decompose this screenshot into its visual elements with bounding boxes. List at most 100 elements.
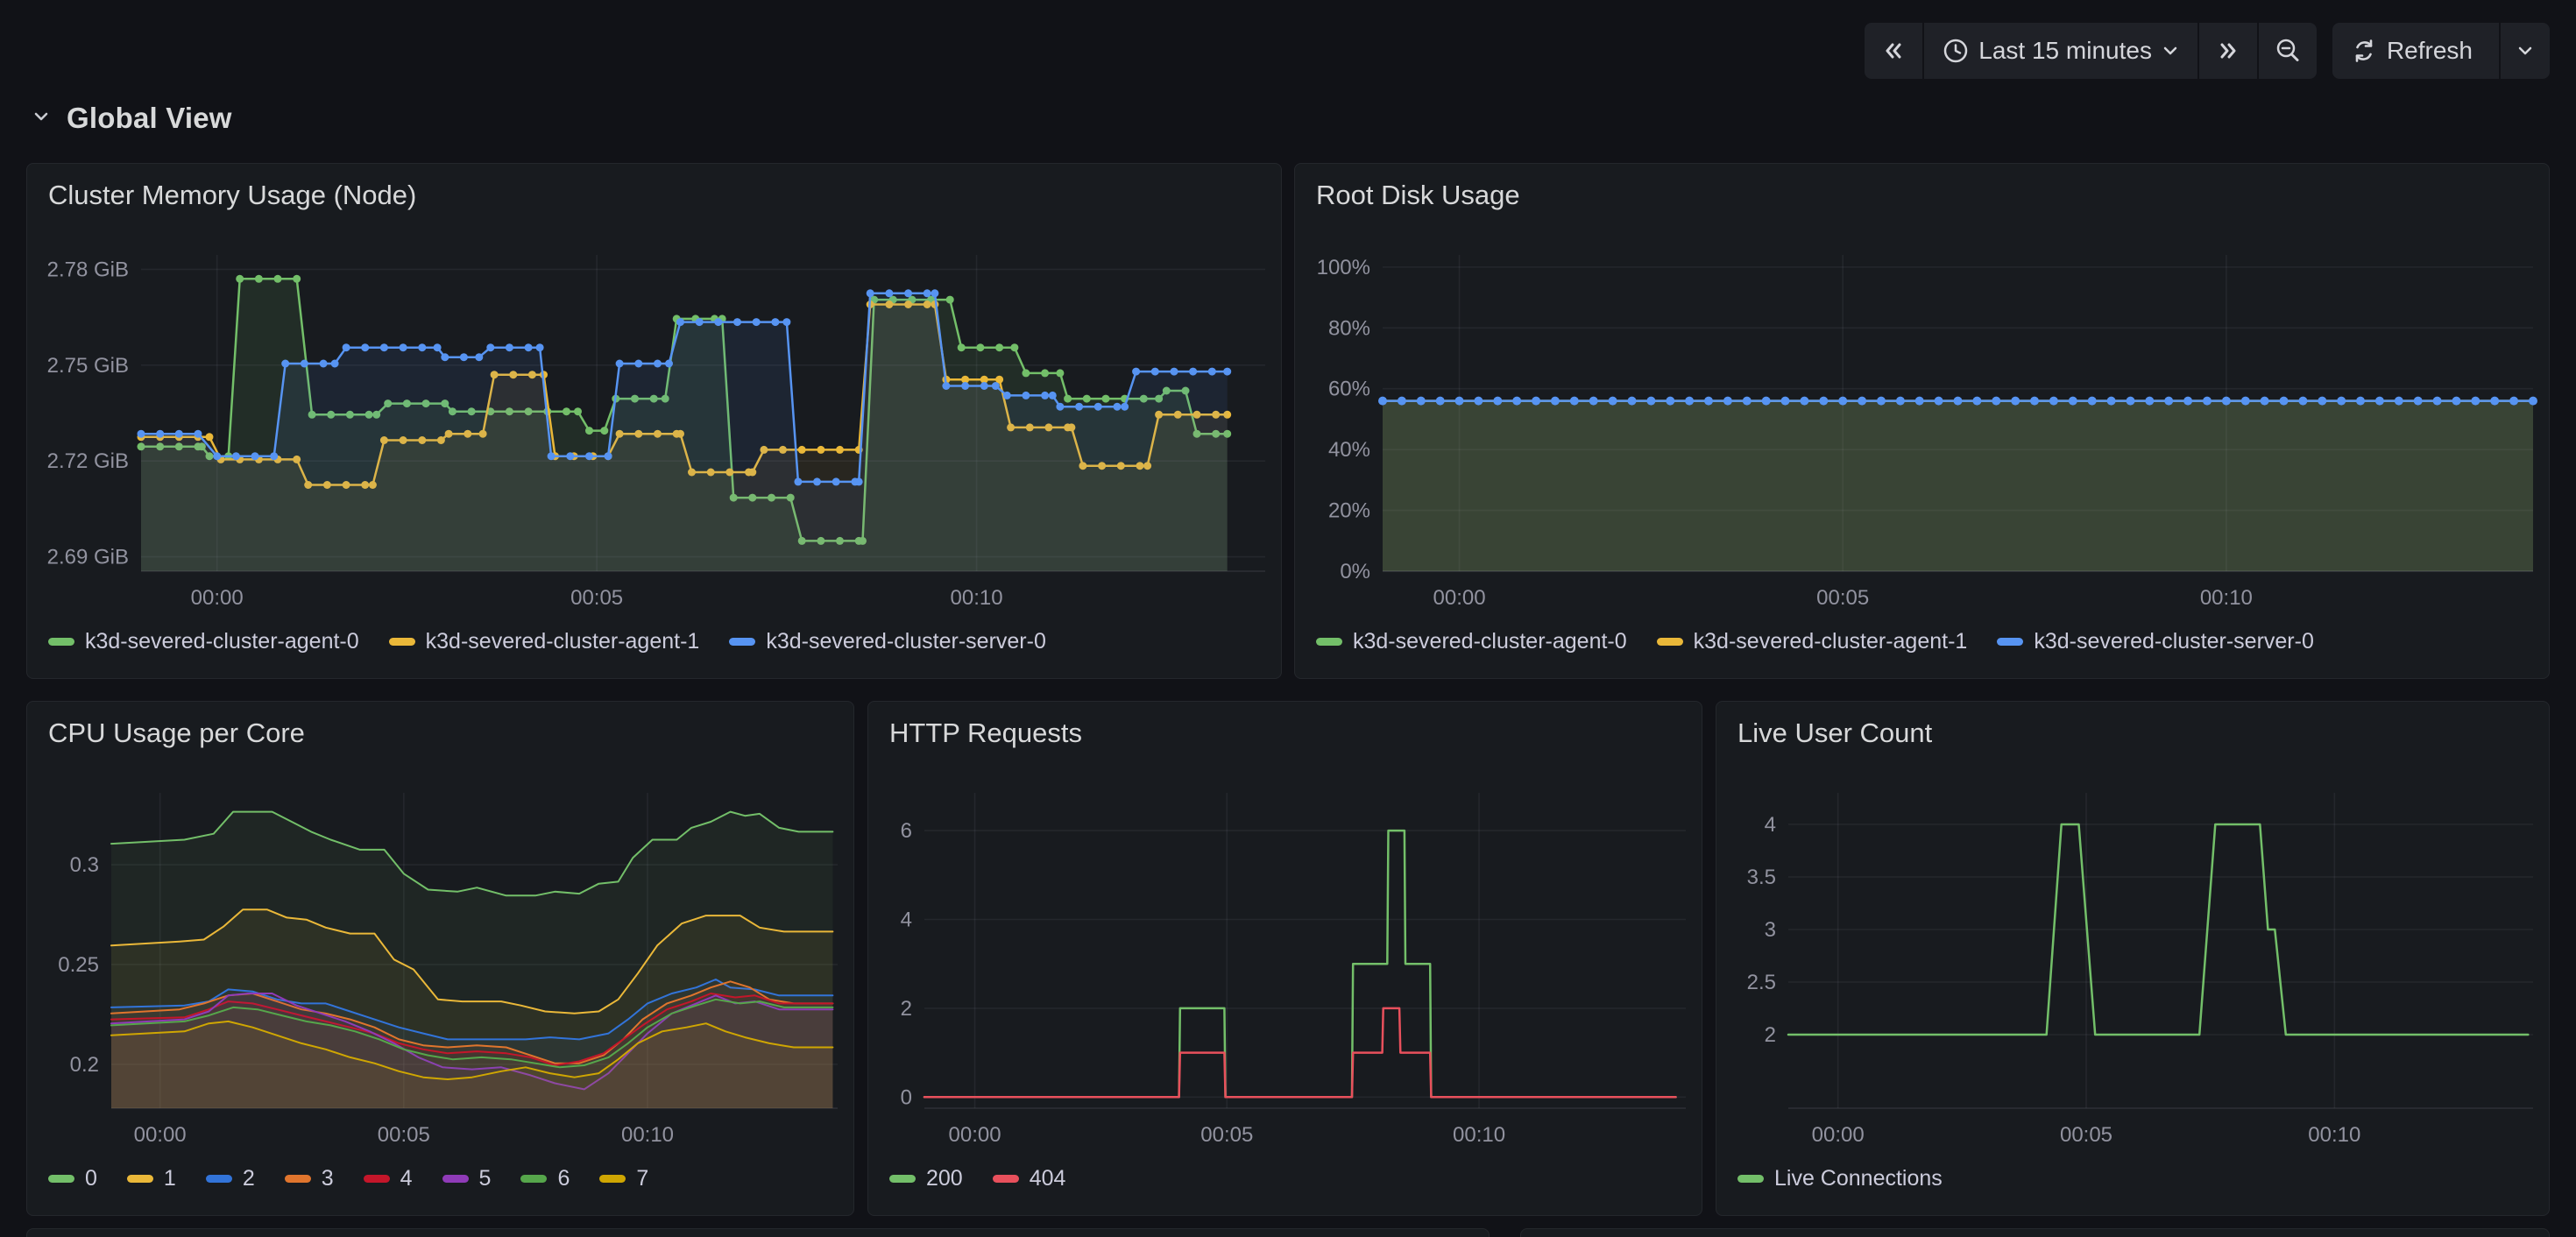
svg-text:2.72 GiB: 2.72 GiB [47,449,129,473]
series-color-swatch-icon [389,638,415,646]
chevron-down-icon [30,105,53,132]
row-toggle-global-view[interactable]: Global View [30,102,232,135]
legend-item[interactable]: k3d-severed-cluster-server-0 [1997,629,2314,654]
series-color-swatch-icon [285,1175,311,1183]
series-color-swatch-icon [889,1175,916,1183]
time-shift-forward-button[interactable] [2199,23,2257,79]
svg-text:4: 4 [1765,813,1776,837]
legend-item[interactable]: 200 [889,1166,963,1191]
root-disk-chart-plot[interactable]: 00:0000:0500:10100%80%60%40%20%0% [1295,220,2549,617]
svg-text:3.5: 3.5 [1747,866,1776,889]
svg-text:2: 2 [1765,1023,1776,1047]
panel-title[interactable]: Root Disk Usage [1295,164,2549,220]
refresh-label: Refresh [2387,37,2473,65]
svg-text:2.5: 2.5 [1747,971,1776,994]
cluster-memory-chart-plot[interactable]: 00:0000:0500:102.78 GiB2.75 GiB2.72 GiB2… [27,220,1281,617]
legend-series-label: 6 [557,1166,570,1191]
panel-title[interactable]: CPU Usage per Core [27,702,853,758]
legend-item[interactable]: 5 [442,1166,492,1191]
legend-series-label: 5 [479,1166,492,1191]
legend-item[interactable]: Live Connections [1737,1166,1943,1191]
series-color-swatch-icon [1657,638,1683,646]
svg-text:00:05: 00:05 [570,586,623,610]
svg-text:00:10: 00:10 [1453,1123,1505,1147]
series-color-swatch-icon [1737,1175,1764,1183]
legend-series-label: 3 [322,1166,334,1191]
legend-item[interactable]: 4 [364,1166,413,1191]
svg-text:2: 2 [901,997,912,1021]
legend-series-label: k3d-severed-cluster-server-0 [766,629,1046,654]
chevron-down-icon [2516,41,2535,60]
svg-text:100%: 100% [1317,256,1370,279]
svg-text:00:00: 00:00 [191,586,244,610]
legend-item[interactable]: k3d-severed-cluster-agent-1 [1657,629,1968,654]
legend-item[interactable]: 3 [285,1166,334,1191]
svg-text:0.25: 0.25 [58,953,99,977]
legend-item[interactable]: 7 [599,1166,648,1191]
legend-item[interactable]: k3d-severed-cluster-server-0 [729,629,1046,654]
panel-title[interactable]: Cluster Memory Usage (Node) [27,164,1281,220]
series-color-swatch-icon [729,638,755,646]
refresh-controls: Refresh [2332,23,2550,79]
series-color-swatch-icon [364,1175,390,1183]
svg-text:00:05: 00:05 [1200,1123,1253,1147]
legend-series-label: k3d-severed-cluster-agent-0 [1353,629,1627,654]
svg-text:00:00: 00:00 [1812,1123,1865,1147]
time-range-picker-button[interactable]: Last 15 minutes [1924,23,2197,79]
svg-text:2.69 GiB: 2.69 GiB [47,546,129,569]
dashboard-toolbar: Last 15 minutes [1865,23,2550,79]
svg-text:00:05: 00:05 [378,1123,430,1147]
time-shift-back-button[interactable] [1865,23,1922,79]
svg-text:00:00: 00:00 [949,1123,1001,1147]
legend-series-label: Live Connections [1774,1166,1943,1191]
http-requests-legend: 200 404 [868,1154,1702,1215]
zoom-out-time-button[interactable] [2259,23,2317,79]
live-user-chart-plot[interactable]: 00:0000:0500:1043.532.52 [1716,758,2549,1154]
refresh-interval-dropdown-button[interactable] [2501,23,2550,79]
svg-text:80%: 80% [1328,316,1370,340]
svg-text:4: 4 [901,908,912,932]
legend-series-label: 0 [85,1166,97,1191]
svg-text:0%: 0% [1340,560,1370,583]
legend-item[interactable]: k3d-severed-cluster-agent-1 [389,629,700,654]
legend-item[interactable]: k3d-severed-cluster-agent-0 [48,629,359,654]
panel-live-user-count: Live User Count 00:0000:0500:1043.532.52… [1716,701,2550,1216]
legend-item[interactable]: 6 [520,1166,570,1191]
panel-http-requests: HTTP Requests 00:00 00:05 00:10 6 4 2 0 200 404 [867,701,1702,1216]
svg-text:2.78 GiB: 2.78 GiB [47,258,129,281]
svg-text:00:05: 00:05 [2060,1123,2112,1147]
series-color-swatch-icon [1316,638,1342,646]
legend-series-label: k3d-severed-cluster-agent-1 [426,629,700,654]
http-requests-chart-plot[interactable]: 00:00 00:05 00:10 6 4 2 0 [868,758,1702,1154]
legend-item[interactable]: 404 [993,1166,1066,1191]
legend-item[interactable]: 0 [48,1166,97,1191]
legend-series-label: 1 [164,1166,176,1191]
svg-text:6: 6 [901,819,912,843]
panel-title[interactable]: Live User Count [1716,702,2549,758]
cpu-usage-chart-plot[interactable]: 00:0000:0500:100.30.250.2 [27,758,853,1154]
chevron-down-icon [2161,41,2180,60]
series-color-swatch-icon [1997,638,2023,646]
chevrons-right-icon [2215,38,2241,64]
series-color-swatch-icon [127,1175,153,1183]
legend-series-label: 4 [400,1166,413,1191]
series-color-swatch-icon [442,1175,469,1183]
series-color-swatch-icon [48,1175,74,1183]
legend-series-label: k3d-severed-cluster-server-0 [2034,629,2314,654]
legend-series-label: 404 [1030,1166,1066,1191]
cluster-memory-legend: k3d-severed-cluster-agent-0 k3d-severed-c… [27,617,1281,678]
zoom-out-icon [2274,37,2302,65]
time-range-label: Last 15 minutes [1978,37,2152,65]
panel-title[interactable]: HTTP Requests [868,702,1702,758]
legend-item[interactable]: 2 [206,1166,255,1191]
legend-series-label: 7 [636,1166,648,1191]
legend-item[interactable]: k3d-severed-cluster-agent-0 [1316,629,1627,654]
legend-item[interactable]: 1 [127,1166,176,1191]
time-range-controls: Last 15 minutes [1865,23,2317,79]
svg-text:0: 0 [901,1085,912,1109]
refresh-button[interactable]: Refresh [2332,23,2499,79]
svg-text:00:10: 00:10 [951,586,1003,610]
svg-text:00:05: 00:05 [1816,586,1869,610]
panel-stub-right [1520,1228,2550,1237]
svg-text:40%: 40% [1328,438,1370,462]
